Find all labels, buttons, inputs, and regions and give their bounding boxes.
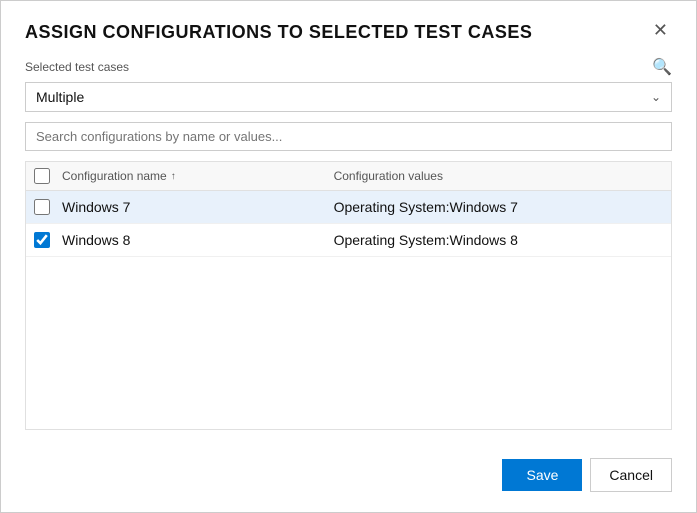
table-header: Configuration name ↑ Configuration value… xyxy=(26,162,671,191)
cancel-button[interactable]: Cancel xyxy=(590,458,672,492)
table-row: Windows 7 Operating System:Windows 7 xyxy=(26,191,671,224)
search-input[interactable] xyxy=(36,129,661,144)
search-row xyxy=(25,122,672,151)
dialog: ASSIGN CONFIGURATIONS TO SELECTED TEST C… xyxy=(0,0,697,513)
empty-area xyxy=(26,257,671,407)
row-checkbox-col xyxy=(34,232,54,248)
selected-cases-label-row: Selected test cases 🔍 xyxy=(25,56,672,78)
close-button[interactable]: ✕ xyxy=(649,21,672,39)
configurations-table: Configuration name ↑ Configuration value… xyxy=(25,161,672,430)
row-checkbox[interactable] xyxy=(34,199,50,215)
select-all-checkbox[interactable] xyxy=(34,168,50,184)
save-button[interactable]: Save xyxy=(502,459,582,491)
selected-cases-value: Multiple xyxy=(36,89,651,105)
selected-cases-label: Selected test cases xyxy=(25,60,129,74)
search-icon[interactable]: 🔍 xyxy=(652,57,672,77)
chevron-down-icon: ⌄ xyxy=(651,90,661,104)
row-config-values: Operating System:Windows 8 xyxy=(334,232,663,248)
row-config-values: Operating System:Windows 7 xyxy=(334,199,663,215)
dialog-footer: Save Cancel xyxy=(1,446,696,512)
row-checkbox-col xyxy=(34,199,54,215)
sort-arrow-icon[interactable]: ↑ xyxy=(171,171,176,182)
col-values-header: Configuration values xyxy=(334,169,663,183)
selected-cases-dropdown[interactable]: Multiple ⌄ xyxy=(25,82,672,112)
col-name-header: Configuration name ↑ xyxy=(62,169,326,183)
row-checkbox[interactable] xyxy=(34,232,50,248)
header-checkbox-col xyxy=(34,168,54,184)
dialog-header: ASSIGN CONFIGURATIONS TO SELECTED TEST C… xyxy=(1,1,696,56)
row-config-name: Windows 8 xyxy=(62,232,326,248)
table-body: Windows 7 Operating System:Windows 7 Win… xyxy=(26,191,671,257)
table-row: Windows 8 Operating System:Windows 8 xyxy=(26,224,671,257)
row-config-name: Windows 7 xyxy=(62,199,326,215)
dialog-body: Selected test cases 🔍 Multiple ⌄ Configu… xyxy=(1,56,696,446)
dialog-title: ASSIGN CONFIGURATIONS TO SELECTED TEST C… xyxy=(25,21,649,44)
